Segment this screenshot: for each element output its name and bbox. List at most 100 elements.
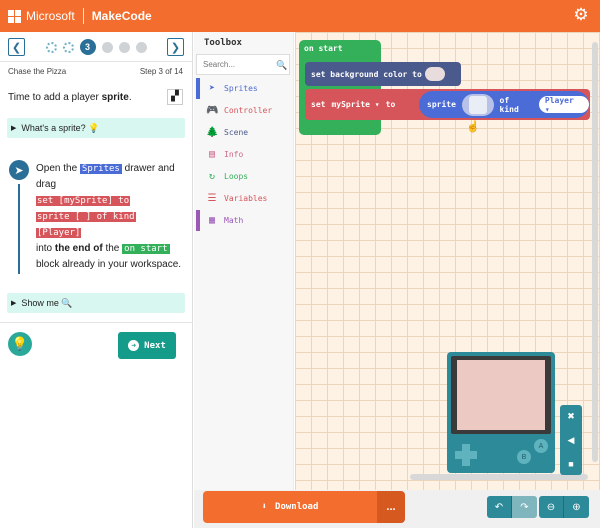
category-color-bar [196, 122, 200, 143]
instruction-part: Open the [36, 163, 80, 174]
top-bar: Microsoft MakeCode ⚙ [0, 0, 600, 32]
kind-dropdown[interactable]: Player ▾ [538, 96, 589, 114]
show-me-expander[interactable]: ▶ Show me 🔍 [7, 293, 185, 313]
category-controller[interactable]: 🎮 Controller [196, 100, 290, 121]
game-simulator[interactable]: B A [447, 352, 555, 473]
sprites-tag: Sprites [79, 164, 122, 174]
step-dot-6[interactable] [135, 41, 147, 53]
category-label: Math [224, 216, 244, 225]
brand-name: Microsoft [26, 9, 75, 23]
instruction-part: block already in your workspace. [36, 259, 182, 270]
instruction-part: into [36, 243, 55, 254]
step-dot-4[interactable] [101, 41, 113, 53]
expander-label: What's a sprite? 💡 [21, 122, 100, 133]
toolbox-title: Toolbox [204, 38, 242, 48]
category-color-bar [196, 78, 200, 99]
app-name[interactable]: MakeCode [92, 9, 152, 23]
dpad-icon[interactable] [455, 444, 477, 466]
step-dots: 3 [45, 39, 147, 55]
paper-plane-icon: ➤ [208, 83, 216, 94]
sprite-thumbnail-icon: ▞ [167, 89, 183, 105]
b-button[interactable]: B [517, 450, 531, 464]
gear-icon[interactable]: ⚙ [572, 6, 590, 24]
game-canvas[interactable] [457, 360, 545, 430]
vertical-scrollbar[interactable] [592, 42, 598, 462]
next-step-arrow-button[interactable]: ❯ [167, 38, 184, 56]
next-button[interactable]: ➜ Next [118, 332, 176, 359]
whats-a-sprite-expander[interactable]: ▶ What's a sprite? 💡 [7, 118, 185, 138]
zoom-out-icon[interactable]: ⊖ [539, 496, 564, 518]
undo-redo-group: ↶ ↷ [487, 496, 537, 518]
stop-icon[interactable]: ■ [568, 459, 573, 469]
refresh-icon: ↻ [208, 171, 216, 182]
id-card-icon: ▤ [208, 149, 216, 160]
tutorial-panel: ❮ 3 ❯ Chase the Pizza Step 3 of 14 Time … [0, 32, 193, 528]
step-dot-2[interactable] [62, 41, 74, 53]
download-button[interactable]: ⬇ Download [203, 491, 377, 523]
color-swatch[interactable] [424, 67, 445, 81]
expand-triangle-icon: ▶ [11, 300, 17, 307]
header-divider [82, 8, 84, 24]
set-sprite-block[interactable]: set mySprite ▾ to sprite of kind Player … [305, 89, 590, 120]
bottom-bar: ⬇ Download ... ↶ ↷ ⊖ ⊕ [194, 490, 600, 528]
hand-cursor-icon: ☝ [466, 121, 480, 133]
code-snippet: sprite [ ] of kind [36, 212, 136, 222]
category-label: Info [224, 150, 244, 159]
variable-dropdown[interactable]: mySprite ▾ [331, 100, 379, 109]
category-label: Loops [224, 172, 249, 181]
block-label: of kind [499, 95, 519, 114]
sprite-of-kind-block[interactable]: sprite of kind Player ▾ [419, 91, 589, 118]
category-color-bar [196, 144, 200, 165]
download-more-button[interactable]: ... [377, 491, 405, 523]
next-label: Next [144, 340, 166, 351]
set-background-color-block[interactable]: set background color to [305, 62, 461, 86]
step-dot-current[interactable]: 3 [79, 39, 96, 55]
arrow-right-icon: ➜ [128, 340, 140, 351]
undo-icon[interactable]: ↶ [487, 496, 512, 518]
download-icon: ⬇ [261, 502, 268, 512]
calculator-icon: ▦ [208, 215, 216, 226]
redo-icon[interactable]: ↷ [512, 496, 537, 518]
mute-icon[interactable]: ◀ [568, 435, 575, 446]
category-color-bar [196, 188, 200, 209]
block-label: to [385, 100, 396, 109]
step-dot-5[interactable] [118, 41, 130, 53]
simulator-screen[interactable] [451, 356, 551, 434]
send-arrow-icon: ➤ [9, 160, 29, 180]
category-color-bar [196, 100, 200, 121]
on-start-tag: on start [122, 244, 170, 254]
category-label: Variables [224, 194, 268, 203]
step-dot-1[interactable] [45, 41, 57, 53]
code-snippet: [Player] [36, 228, 82, 238]
block-label: set background color to [311, 69, 422, 79]
step-counter: Step 3 of 14 [139, 67, 183, 76]
hint-bold: sprite [101, 92, 129, 103]
category-label: Scene [224, 128, 249, 137]
instruction-bold: the end of [54, 243, 103, 254]
lightbulb-hint-button[interactable]: 💡 [8, 332, 32, 356]
divider [0, 322, 193, 323]
category-color-bar [196, 210, 200, 231]
zoom-in-icon[interactable]: ⊕ [564, 496, 589, 518]
category-scene[interactable]: 🌲 Scene [196, 122, 290, 143]
block-label: set [311, 100, 326, 109]
hint-suffix: . [128, 92, 132, 103]
sprite-image-picker[interactable] [461, 93, 494, 116]
block-label: sprite [427, 100, 456, 109]
category-info[interactable]: ▤ Info [196, 144, 290, 165]
category-variables[interactable]: ☰ Variables [196, 188, 290, 209]
divider [0, 61, 193, 62]
a-button[interactable]: A [534, 439, 548, 453]
expander-label: Show me 🔍 [21, 297, 73, 308]
step-navigation: ❮ 3 ❯ [8, 37, 184, 57]
simulator-toolbar: ✖ ◀ ■ [560, 405, 582, 475]
category-loops[interactable]: ↻ Loops [196, 166, 290, 187]
category-color-bar [196, 166, 200, 187]
fullscreen-icon[interactable]: ✖ [567, 411, 575, 422]
step-hint: Time to add a player sprite. [8, 92, 132, 103]
category-sprites[interactable]: ➤ Sprites [196, 78, 290, 99]
previous-step-button[interactable]: ❮ [8, 38, 25, 56]
category-math[interactable]: ▦ Math [196, 210, 290, 231]
on-start-block[interactable]: on start [299, 40, 381, 135]
search-icon[interactable]: 🔍 [276, 60, 287, 71]
